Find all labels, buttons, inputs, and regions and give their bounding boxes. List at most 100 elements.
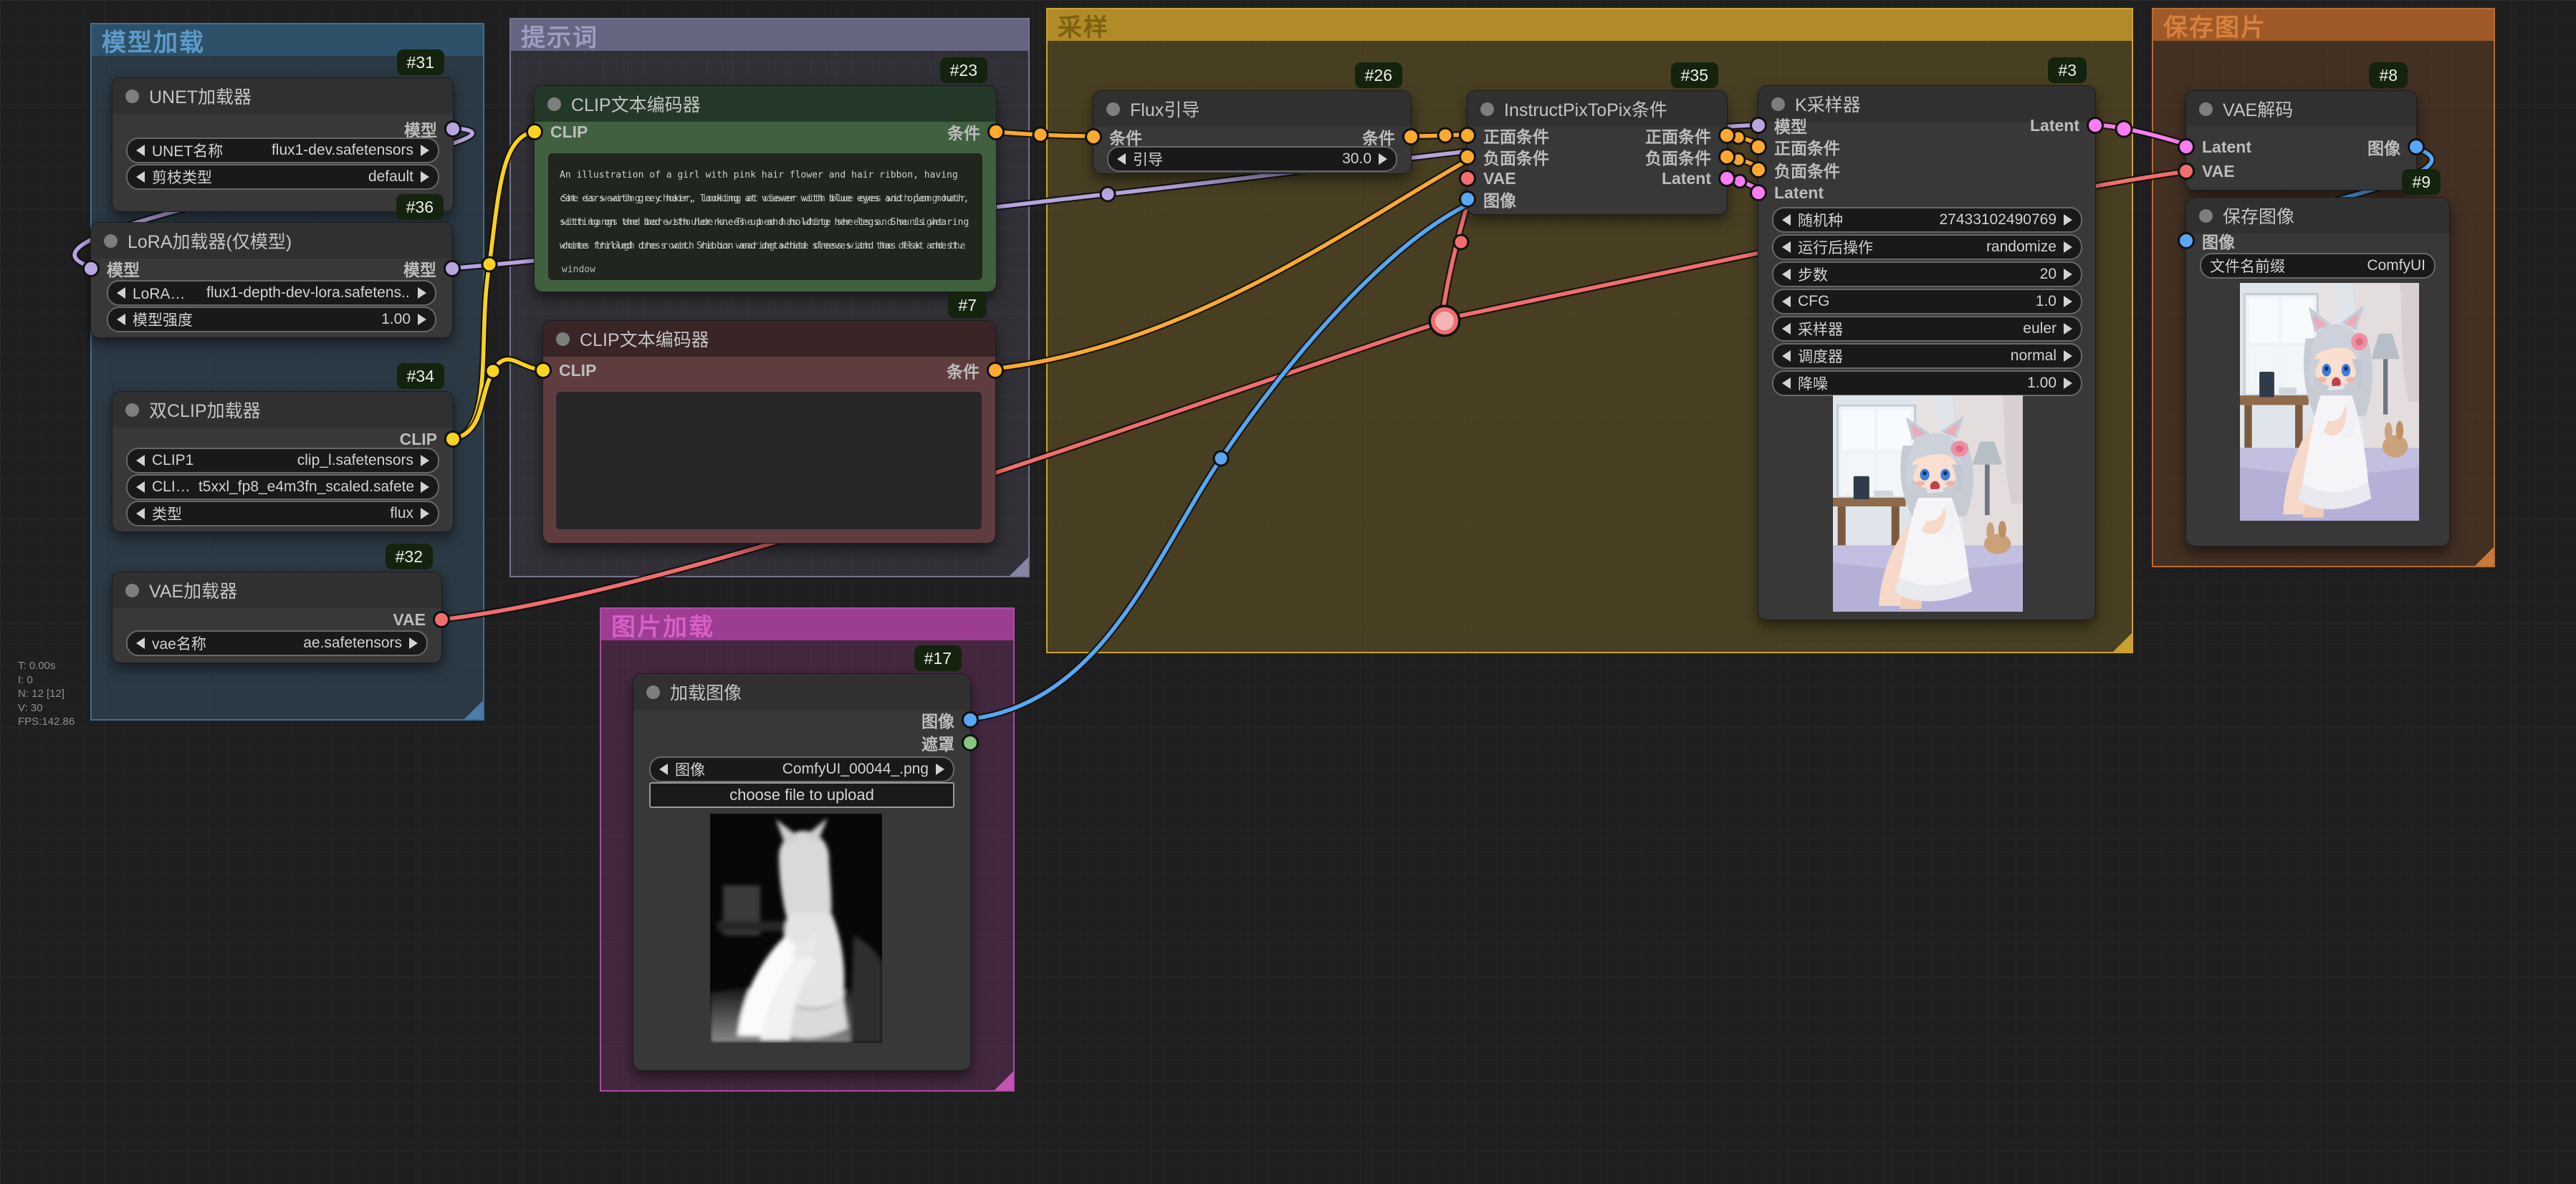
conditioning-slot-icon[interactable] <box>1085 128 1102 145</box>
prev-arrow-icon[interactable] <box>136 455 145 466</box>
prev-arrow-icon[interactable] <box>1782 350 1791 362</box>
output-image[interactable]: 图像 <box>921 708 979 732</box>
node-clip-text-encode-negative[interactable]: #7 CLIP文本编码器 CLIP 条件 <box>542 320 996 544</box>
prev-arrow-icon[interactable] <box>1782 214 1791 226</box>
model-slot-icon[interactable] <box>444 120 461 138</box>
input-positive[interactable]: 正面条件 <box>1750 135 1840 159</box>
image-slot-icon[interactable] <box>2408 138 2425 155</box>
latent-slot-icon[interactable] <box>2087 117 2104 134</box>
collapse-dot-icon[interactable] <box>1480 102 1494 116</box>
output-clip[interactable]: CLIP <box>400 430 461 449</box>
prev-arrow-icon[interactable] <box>1782 323 1791 334</box>
output-model[interactable]: 模型 <box>403 256 461 281</box>
collapse-dot-icon[interactable] <box>556 332 570 346</box>
next-arrow-icon[interactable] <box>936 764 944 775</box>
choose-file-button[interactable]: choose file to upload <box>649 782 954 808</box>
input-negative[interactable]: 负面条件 <box>1459 145 1549 169</box>
output-latent[interactable]: Latent <box>1662 169 1735 188</box>
weight-dtype-widget[interactable]: 剪枝类型 default <box>126 164 439 190</box>
next-arrow-icon[interactable] <box>421 145 429 156</box>
prev-arrow-icon[interactable] <box>1782 377 1791 389</box>
next-arrow-icon[interactable] <box>2064 214 2072 226</box>
prev-arrow-icon[interactable] <box>1782 241 1791 253</box>
node-save-image[interactable]: #9 保存图像 图像 文件名前缀 ComfyUI <box>2185 197 2450 547</box>
collapse-dot-icon[interactable] <box>125 584 139 597</box>
next-arrow-icon[interactable] <box>2064 269 2072 280</box>
next-arrow-icon[interactable] <box>2064 350 2072 362</box>
collapse-dot-icon[interactable] <box>104 234 118 248</box>
conditioning-slot-icon[interactable] <box>1459 127 1476 144</box>
prev-arrow-icon[interactable] <box>1782 296 1791 307</box>
output-conditioning[interactable]: 条件 <box>1362 125 1419 149</box>
next-arrow-icon[interactable] <box>2064 296 2072 307</box>
next-arrow-icon[interactable] <box>421 508 429 519</box>
image-slot-icon[interactable] <box>2178 232 2195 249</box>
control-after-generate-widget[interactable]: 运行后操作 randomize <box>1772 234 2082 260</box>
latent-slot-icon[interactable] <box>2178 138 2195 155</box>
model-slot-icon[interactable] <box>1750 117 1767 134</box>
next-arrow-icon[interactable] <box>421 455 429 466</box>
node-instructpixtopix-conditioning[interactable]: #35 InstructPixToPix条件 正面条件 正面条件 负面条件 负面… <box>1467 90 1728 215</box>
node-load-image[interactable]: #17 加载图像 图像 遮罩 图像 ComfyUI_00044_.png cho… <box>633 673 971 1071</box>
mask-slot-icon[interactable] <box>962 734 979 751</box>
collapse-dot-icon[interactable] <box>547 97 561 111</box>
lora-name-widget[interactable]: LoRA名称 flux1-depth-dev-lora.safetens... <box>107 280 436 306</box>
node-unet-loader[interactable]: #31 UNET加载器 模型 UNET名称 flux1-dev.safetens… <box>112 77 454 212</box>
collapse-dot-icon[interactable] <box>2199 102 2213 116</box>
collapse-dot-icon[interactable] <box>125 403 139 417</box>
collapse-dot-icon[interactable] <box>2199 209 2213 223</box>
clip-slot-icon[interactable] <box>526 123 543 140</box>
input-image[interactable]: 图像 <box>1459 187 1516 211</box>
conditioning-slot-icon[interactable] <box>1718 127 1735 144</box>
output-mask[interactable]: 遮罩 <box>921 731 979 755</box>
vae-slot-icon[interactable] <box>433 611 450 628</box>
vae-slot-icon[interactable] <box>1459 170 1476 187</box>
comfyui-canvas[interactable]: 模型加载 提示词 采样 保存图片 图片加载 T: 0.00s I: 0 N: 1… <box>0 0 2576 1184</box>
input-positive[interactable]: 正面条件 <box>1459 123 1549 148</box>
conditioning-slot-icon[interactable] <box>987 362 1004 379</box>
vae-slot-icon[interactable] <box>2178 163 2195 180</box>
prev-arrow-icon[interactable] <box>117 314 125 325</box>
scheduler-widget[interactable]: 调度器 normal <box>1772 343 2082 369</box>
node-clip-text-encode-positive[interactable]: #23 CLIP文本编码器 CLIP 条件 An illustration of… <box>534 85 997 292</box>
image-slot-icon[interactable] <box>1459 191 1476 208</box>
node-lora-loader[interactable]: #36 LoRA加载器(仅模型) 模型 模型 LoRA名称 flux1-dept… <box>90 222 453 338</box>
next-arrow-icon[interactable] <box>418 287 426 299</box>
input-model[interactable]: 模型 <box>1750 113 1807 138</box>
clip2-widget[interactable]: CLIP2 t5xxl_fp8_e4m3fn_scaled.safete... <box>126 474 439 500</box>
filename-prefix-widget[interactable]: 文件名前缀 ComfyUI <box>2200 253 2436 279</box>
input-latent[interactable]: Latent <box>1750 183 1824 203</box>
output-conditioning[interactable]: 条件 <box>947 120 1005 144</box>
prev-arrow-icon[interactable] <box>1782 269 1791 280</box>
input-negative[interactable]: 负面条件 <box>1750 158 1840 182</box>
input-image[interactable]: 图像 <box>2178 228 2235 253</box>
next-arrow-icon[interactable] <box>2064 241 2072 253</box>
reroute-node[interactable] <box>1430 307 1459 335</box>
output-conditioning[interactable]: 条件 <box>947 358 1004 382</box>
node-ksampler[interactable]: #3 K采样器 模型 Latent 正面条件 负面条件 Latent 随机种 2… <box>1758 85 2096 620</box>
model-slot-icon[interactable] <box>444 260 461 277</box>
prev-arrow-icon[interactable] <box>659 764 668 775</box>
output-positive[interactable]: 正面条件 <box>1645 123 1735 148</box>
input-model[interactable]: 模型 <box>82 256 140 281</box>
conditioning-slot-icon[interactable] <box>1459 148 1476 165</box>
seed-widget[interactable]: 随机种 27433102490769 <box>1772 207 2082 233</box>
image-slot-icon[interactable] <box>962 711 979 728</box>
steps-widget[interactable]: 步数 20 <box>1772 261 2082 287</box>
prev-arrow-icon[interactable] <box>136 481 145 493</box>
image-file-widget[interactable]: 图像 ComfyUI_00044_.png <box>649 756 954 782</box>
collapse-dot-icon[interactable] <box>125 90 139 103</box>
prev-arrow-icon[interactable] <box>136 637 145 649</box>
prev-arrow-icon[interactable] <box>136 145 145 156</box>
conditioning-slot-icon[interactable] <box>1718 148 1735 165</box>
strength-model-widget[interactable]: 模型强度 1.00 <box>107 307 436 332</box>
input-vae[interactable]: VAE <box>1459 169 1516 188</box>
next-arrow-icon[interactable] <box>418 314 426 325</box>
prev-arrow-icon[interactable] <box>117 287 125 299</box>
prev-arrow-icon[interactable] <box>136 171 145 183</box>
node-vae-decode[interactable]: #8 VAE解码 Latent 图像 VAE <box>2185 90 2417 191</box>
conditioning-slot-icon[interactable] <box>1750 138 1767 155</box>
input-latent[interactable]: Latent <box>2178 138 2251 157</box>
clip1-widget[interactable]: CLIP1 clip_l.safetensors <box>126 448 439 473</box>
denoise-widget[interactable]: 降噪 1.00 <box>1772 370 2082 396</box>
